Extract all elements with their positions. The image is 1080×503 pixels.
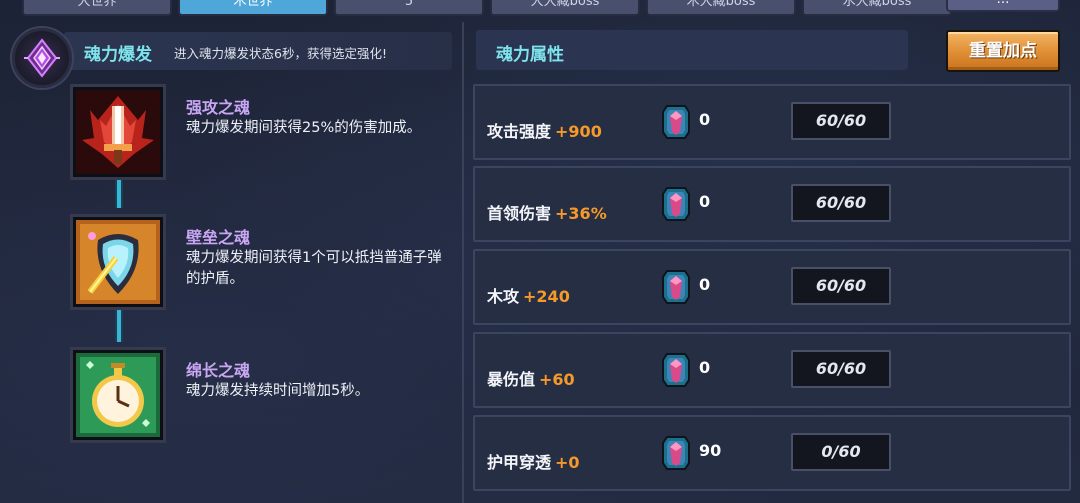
- tab-extra-button[interactable]: …: [946, 0, 1060, 12]
- attribute-name: 暴伤值: [487, 370, 536, 389]
- burst-header: 魂力爆发 进入魂力爆发状态6秒，获得选定强化!: [64, 32, 452, 70]
- burst-title: 魂力爆发: [84, 45, 152, 65]
- red-sword-icon[interactable]: [70, 84, 166, 180]
- attribute-bonus: +36%: [555, 204, 607, 223]
- attribute-name: 护甲穿透: [487, 453, 552, 472]
- attribute-row-wood-attack: 木攻 +240 0 60/60: [473, 249, 1071, 325]
- attribute-value: 60/60: [791, 184, 891, 222]
- attribute-name: 木攻: [487, 287, 520, 306]
- soul-gem-icon[interactable]: [661, 350, 691, 388]
- attribute-label: 首领伤害 +36%: [487, 200, 607, 224]
- tab-3[interactable]: 大大臧boss: [490, 0, 640, 16]
- tab-5[interactable]: 水大臧boss: [802, 0, 952, 16]
- attribute-value: 0/60: [791, 433, 891, 471]
- attribute-label: 暴伤值 +60: [487, 366, 575, 390]
- soul-gem-icon[interactable]: [661, 184, 691, 222]
- soul-crystal-icon[interactable]: [12, 28, 72, 88]
- attribute-row-crit-damage: 暴伤值 +60 0 60/60: [473, 332, 1071, 408]
- tab-4[interactable]: 木大臧boss: [646, 0, 796, 16]
- soul-gem-icon[interactable]: [661, 433, 691, 471]
- attribute-bonus: +0: [555, 453, 580, 472]
- skill-description: 魂力爆发持续时间增加5秒。: [186, 383, 370, 399]
- tab-0[interactable]: 大世界: [22, 0, 172, 16]
- soul-burst-panel: 魂力爆发 进入魂力爆发状态6秒，获得选定强化! 强攻之魂 魂力爆发期间获得25%…: [0, 22, 462, 503]
- attribute-row-boss-damage: 首领伤害 +36% 0 60/60: [473, 166, 1071, 242]
- top-tab-bar: 大世界 木世界 5 大大臧boss 木大臧boss 水大臧boss: [22, 0, 952, 16]
- stopwatch-icon[interactable]: [70, 347, 166, 443]
- skill-item-strong-attack[interactable]: 强攻之魂 魂力爆发期间获得25%的伤害加成。: [70, 84, 450, 184]
- gem-count: 0: [699, 358, 711, 377]
- gem-count: 0: [699, 192, 711, 211]
- shield-icon[interactable]: [70, 214, 166, 310]
- gem-count: 0: [699, 275, 711, 294]
- reset-points-button[interactable]: 重置加点: [946, 30, 1060, 72]
- burst-description: 进入魂力爆发状态6秒，获得选定强化!: [174, 46, 387, 61]
- skill-connector-1: [115, 180, 123, 208]
- attribute-bonus: +240: [523, 287, 570, 306]
- panel-divider: [462, 22, 464, 503]
- attribute-value: 60/60: [791, 350, 891, 388]
- attribute-name: 首领伤害: [487, 204, 552, 223]
- attribute-name: 攻击强度: [487, 122, 552, 141]
- skill-name: 壁垒之魂: [186, 228, 251, 247]
- tab-1-active[interactable]: 木世界: [178, 0, 328, 16]
- attribute-value: 60/60: [791, 102, 891, 140]
- skill-description: 魂力爆发期间获得25%的伤害加成。: [186, 120, 422, 136]
- skill-name: 强攻之魂: [186, 98, 251, 117]
- skill-connector-2: [115, 310, 123, 342]
- gem-count: 90: [699, 441, 722, 460]
- attribute-row-armor-penetration: 护甲穿透 +0 90 0/60: [473, 415, 1071, 491]
- skill-item-longevity[interactable]: 绵长之魂 魂力爆发持续时间增加5秒。: [70, 347, 450, 447]
- attribute-value: 60/60: [791, 267, 891, 305]
- soul-gem-icon[interactable]: [661, 267, 691, 305]
- attribute-bonus: +60: [539, 370, 575, 389]
- attribute-label: 攻击强度 +900: [487, 118, 602, 142]
- skill-name: 绵长之魂: [186, 361, 251, 380]
- attribute-bonus: +900: [555, 122, 602, 141]
- attribute-label: 护甲穿透 +0: [487, 449, 580, 473]
- skill-item-bulwark[interactable]: 壁垒之魂 魂力爆发期间获得1个可以抵挡普通子弹的护盾。: [70, 214, 450, 314]
- skill-description: 魂力爆发期间获得1个可以抵挡普通子弹的护盾。: [186, 250, 442, 287]
- attributes-header: 魂力属性: [476, 30, 908, 70]
- tab-2[interactable]: 5: [334, 0, 484, 16]
- attribute-row-attack-strength: 攻击强度 +900 0 60/60: [473, 84, 1071, 160]
- gem-count: 0: [699, 110, 711, 129]
- attribute-label: 木攻 +240: [487, 283, 570, 307]
- attributes-title: 魂力属性: [496, 45, 564, 65]
- soul-gem-icon[interactable]: [661, 102, 691, 140]
